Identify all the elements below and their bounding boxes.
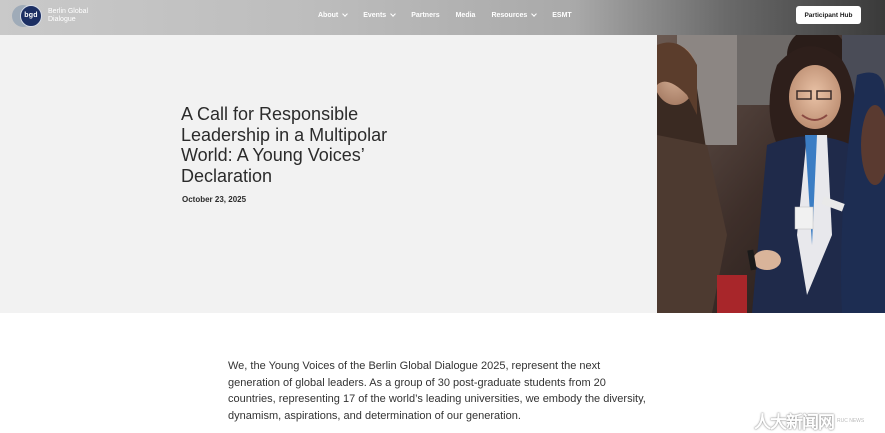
nav-about[interactable]: About bbox=[318, 10, 349, 20]
nav-media[interactable]: Media bbox=[456, 10, 476, 20]
watermark-text: 人大新闻网 bbox=[754, 413, 835, 433]
site-logo[interactable]: bgd Berlin Global Dialogue bbox=[12, 4, 108, 28]
nav-label: Partners bbox=[411, 11, 440, 19]
nav-esmt[interactable]: ESMT bbox=[552, 10, 571, 20]
chevron-down-icon bbox=[531, 10, 538, 17]
logo-text: Berlin Global Dialogue bbox=[48, 8, 89, 23]
nav-resources[interactable]: Resources bbox=[491, 10, 538, 20]
nav-events[interactable]: Events bbox=[363, 10, 397, 20]
page-title: A Call for Responsible Leadership in a M… bbox=[181, 104, 388, 186]
article-intro: We, the Young Voices of the Berlin Globa… bbox=[228, 360, 646, 422]
audience-photo-image bbox=[657, 35, 885, 313]
nav-label: Events bbox=[363, 11, 387, 19]
watermark-small-text: RUC NEWS bbox=[837, 417, 865, 424]
publish-date: October 23, 2025 bbox=[182, 195, 247, 204]
chevron-down-icon bbox=[342, 10, 349, 17]
chevron-down-icon bbox=[390, 10, 397, 17]
hero-section: A Call for Responsible Leadership in a M… bbox=[0, 35, 657, 313]
nav-label: About bbox=[318, 11, 339, 19]
news-watermark: 人大新闻网 RUC NEWS bbox=[754, 408, 864, 433]
nav-label: Media bbox=[455, 11, 476, 19]
main-nav: About Events Partners Media Resources ES… bbox=[318, 10, 588, 20]
site-header: bgd Berlin Global Dialogue About Events … bbox=[0, 0, 885, 35]
logo-mark-text: bgd bbox=[24, 12, 38, 19]
logo-mark-icon: bgd bbox=[12, 4, 42, 28]
nav-label: Resources bbox=[491, 11, 528, 19]
page: bgd Berlin Global Dialogue About Events … bbox=[0, 0, 885, 433]
nav-label: ESMT bbox=[552, 11, 572, 19]
hero-photo bbox=[657, 35, 885, 313]
participant-hub-button[interactable]: Participant Hub bbox=[796, 6, 861, 24]
nav-partners[interactable]: Partners bbox=[411, 10, 439, 20]
